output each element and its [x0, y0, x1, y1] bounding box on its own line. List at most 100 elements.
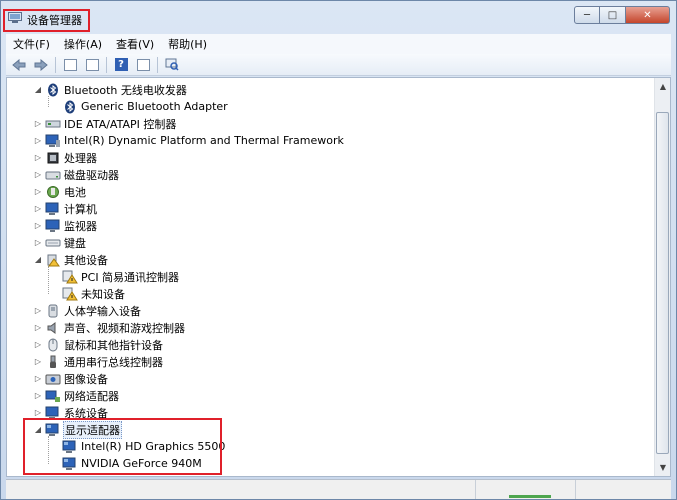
- network-adapter-icon: [45, 388, 61, 404]
- tree-item-label[interactable]: NVIDIA GeForce 940M: [80, 457, 203, 470]
- tree-row[interactable]: ▷ 磁盘驱动器: [33, 166, 120, 183]
- status-indicator: [509, 495, 551, 498]
- disk-drive-icon: [45, 167, 61, 183]
- expand-arrow-icon[interactable]: ▷: [33, 136, 43, 146]
- tree-item-label[interactable]: 计算机: [63, 201, 98, 217]
- collapse-arrow-icon[interactable]: ◢: [33, 85, 43, 95]
- expand-arrow-icon[interactable]: ▷: [33, 153, 43, 163]
- vertical-scrollbar[interactable]: ▲ ▼: [654, 78, 670, 476]
- tree-item-label[interactable]: 监视器: [63, 218, 98, 234]
- tree-item-label[interactable]: 磁盘驱动器: [63, 167, 120, 183]
- expand-arrow-icon[interactable]: ▷: [33, 374, 43, 384]
- tree-item-label[interactable]: 鼠标和其他指针设备: [63, 337, 164, 353]
- tree-item-label[interactable]: Intel(R) HD Graphics 5500: [80, 440, 226, 453]
- display-adapter-icon: [62, 456, 78, 472]
- tree-item-label[interactable]: 声音、视频和游戏控制器: [63, 320, 186, 336]
- toolbar-separator: [106, 56, 107, 73]
- tree-row[interactable]: ◢ Bluetooth 无线电收发器: [33, 81, 188, 98]
- tree-row[interactable]: Generic Bluetooth Adapter: [50, 98, 229, 115]
- tree-item-label[interactable]: 人体学输入设备: [63, 303, 142, 319]
- other-devices-icon: [45, 252, 61, 268]
- device-manager-window: 设备管理器 ─ □ ✕ 文件(F) 操作(A) 查看(V) 帮助(H) ? ◢ B…: [0, 0, 677, 500]
- bluetooth-icon: [62, 99, 78, 115]
- expand-arrow-icon[interactable]: ▷: [33, 187, 43, 197]
- tree-row[interactable]: ▷ 电池: [33, 183, 87, 200]
- tree-item-label[interactable]: PCI 简易通讯控制器: [80, 269, 180, 285]
- tree-item-label[interactable]: 电池: [63, 184, 87, 200]
- tree-row[interactable]: ▷ 网络适配器: [33, 387, 120, 404]
- scan-hardware-icon[interactable]: [163, 57, 181, 73]
- tree-row[interactable]: ▷ 处理器: [33, 149, 98, 166]
- system-device-icon: [45, 405, 61, 421]
- tree-row[interactable]: ◢ 显示适配器: [33, 420, 122, 439]
- tree-row[interactable]: ▷ 图像设备: [33, 370, 109, 387]
- expand-arrow-icon[interactable]: ▷: [33, 238, 43, 248]
- expand-arrow-icon[interactable]: ▷: [33, 170, 43, 180]
- tree-row[interactable]: ▷ 鼠标和其他指针设备: [33, 336, 164, 353]
- tree-item-label[interactable]: 系统设备: [63, 405, 109, 421]
- window-controls: ─ □ ✕: [574, 6, 670, 26]
- properties-icon[interactable]: [61, 57, 79, 73]
- tree-item-label[interactable]: Generic Bluetooth Adapter: [80, 100, 229, 113]
- scroll-up-arrow[interactable]: ▲: [655, 78, 671, 95]
- display-adapter-icon: [62, 439, 78, 455]
- toolbar-separator: [157, 56, 158, 73]
- tree-row[interactable]: PCI 简易通讯控制器: [50, 268, 180, 285]
- minimize-button[interactable]: ─: [574, 6, 600, 24]
- tree-item-label[interactable]: 显示适配器: [63, 420, 122, 439]
- tree-row[interactable]: ▷ 计算机: [33, 200, 98, 217]
- tree-item-label[interactable]: 网络适配器: [63, 388, 120, 404]
- expand-arrow-icon[interactable]: ▷: [33, 306, 43, 316]
- show-hidden-icon[interactable]: [83, 57, 101, 73]
- expand-arrow-icon[interactable]: ▷: [33, 323, 43, 333]
- menu-file[interactable]: 文件(F): [6, 36, 57, 52]
- tree-row[interactable]: ▷ 通用串行总线控制器: [33, 353, 164, 370]
- tree-row[interactable]: 未知设备: [50, 285, 126, 302]
- tree-item-label[interactable]: IDE ATA/ATAPI 控制器: [63, 116, 177, 132]
- speaker-icon: [45, 320, 61, 336]
- tree-row[interactable]: ▷ IDE ATA/ATAPI 控制器: [33, 115, 177, 132]
- tree-row[interactable]: ◢ 其他设备: [33, 251, 109, 268]
- tree-row[interactable]: ▷ 键盘: [33, 234, 87, 251]
- collapse-arrow-icon[interactable]: ◢: [33, 255, 43, 265]
- expand-arrow-icon[interactable]: ▷: [33, 408, 43, 418]
- monitor-icon: [45, 218, 61, 234]
- expand-arrow-icon[interactable]: ▷: [33, 340, 43, 350]
- device-view-icon[interactable]: [134, 57, 152, 73]
- menu-view[interactable]: 查看(V): [109, 36, 161, 52]
- expand-arrow-icon[interactable]: ▷: [33, 119, 43, 129]
- scroll-down-arrow[interactable]: ▼: [655, 459, 671, 476]
- tree-row[interactable]: Intel(R) HD Graphics 5500: [50, 438, 226, 455]
- tree-item-label[interactable]: 未知设备: [80, 286, 126, 302]
- menu-help[interactable]: 帮助(H): [161, 36, 214, 52]
- close-button[interactable]: ✕: [626, 6, 670, 24]
- back-arrow-icon[interactable]: [10, 57, 28, 73]
- tree-item-label[interactable]: 其他设备: [63, 252, 109, 268]
- tree-item-label[interactable]: Bluetooth 无线电收发器: [63, 82, 188, 98]
- expand-arrow-icon[interactable]: ▷: [33, 221, 43, 231]
- tree-row[interactable]: ▷ Intel(R) Dynamic Platform and Thermal F…: [33, 132, 345, 149]
- menu-action[interactable]: 操作(A): [57, 36, 109, 52]
- tree-row[interactable]: ▷ 监视器: [33, 217, 98, 234]
- hid-icon: [45, 303, 61, 319]
- tree-row[interactable]: NVIDIA GeForce 940M: [50, 455, 203, 472]
- tree-guide-line: [48, 436, 49, 464]
- tree-item-label[interactable]: Intel(R) Dynamic Platform and Thermal Fr…: [63, 134, 345, 147]
- expand-arrow-icon[interactable]: ▷: [33, 391, 43, 401]
- collapse-arrow-icon[interactable]: ◢: [33, 425, 43, 435]
- expand-arrow-icon[interactable]: ▷: [33, 204, 43, 214]
- maximize-button[interactable]: □: [600, 6, 626, 24]
- tree-row[interactable]: ▷ 人体学输入设备: [33, 302, 142, 319]
- tree-item-label[interactable]: 处理器: [63, 150, 98, 166]
- tree-item-label[interactable]: 图像设备: [63, 371, 109, 387]
- tree-row[interactable]: ▷ 系统设备: [33, 404, 109, 421]
- title-bar[interactable]: 设备管理器 ─ □ ✕: [1, 1, 676, 32]
- help-icon[interactable]: ?: [112, 57, 130, 73]
- scroll-thumb[interactable]: [656, 112, 669, 454]
- tree-item-label[interactable]: 键盘: [63, 235, 87, 251]
- forward-arrow-icon[interactable]: [32, 57, 50, 73]
- tree-row[interactable]: ▷ 声音、视频和游戏控制器: [33, 319, 186, 336]
- expand-arrow-icon[interactable]: ▷: [33, 357, 43, 367]
- tree-item-label[interactable]: 通用串行总线控制器: [63, 354, 164, 370]
